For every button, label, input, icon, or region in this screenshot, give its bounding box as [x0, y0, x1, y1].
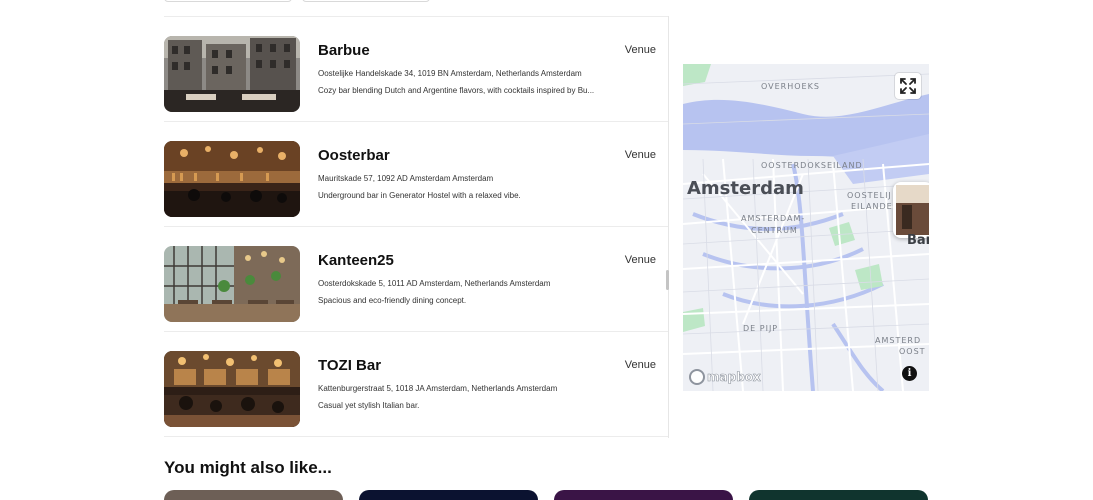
- map[interactable]: OVERHOEKS OOSTERDOKSEILAND OOSTELIJ EILA…: [683, 64, 929, 391]
- map-city-label: Amsterdam: [687, 178, 804, 199]
- recommendations-title: You might also like...: [164, 458, 332, 477]
- map-label-oost-1: AMSTERD: [875, 336, 922, 345]
- map-label-oostelijk-2: EILANDE: [851, 202, 893, 211]
- venue-thumbnail-oosterbar[interactable]: [164, 141, 300, 217]
- venue-description: Casual yet stylish Italian bar.: [318, 401, 420, 410]
- list-scrollbar[interactable]: [666, 270, 669, 290]
- venue-description: Spacious and eco-friendly dining concept…: [318, 296, 467, 305]
- map-label-oost-2: OOST: [899, 347, 926, 356]
- venue-row-tozi-bar[interactable]: TOZI Bar Venue Kattenburgerstraat 5, 101…: [164, 332, 668, 437]
- map-label-oosterdokseiland: OOSTERDOKSEILAND: [761, 161, 863, 170]
- venue-address: Oostelijke Handelskade 34, 1019 BN Amste…: [318, 69, 582, 78]
- venue-list: Barbue Venue Oostelijke Handelskade 34, …: [164, 16, 669, 438]
- recommendation-card-3[interactable]: [554, 490, 733, 500]
- venue-thumbnail-kanteen25[interactable]: [164, 246, 300, 322]
- venue-address: Oosterdokskade 5, 1011 AD Amsterdam, Net…: [318, 279, 551, 288]
- map-pin-label: Bar: [907, 233, 929, 248]
- venue-name[interactable]: TOZI Bar: [318, 357, 381, 374]
- venue-name[interactable]: Barbue: [318, 42, 370, 59]
- recommendation-card-1[interactable]: [164, 490, 343, 500]
- venue-description: Underground bar in Generator Hostel with…: [318, 191, 521, 200]
- recommendation-card-2[interactable]: [359, 490, 538, 500]
- map-label-depijp: DE PIJP: [743, 324, 779, 333]
- venue-row-barbue[interactable]: Barbue Venue Oostelijke Handelskade 34, …: [164, 17, 668, 122]
- fullscreen-icon: [900, 78, 916, 94]
- map-venue-pin[interactable]: [893, 182, 929, 238]
- venue-address: Mauritskade 57, 1092 AD Amsterdam Amster…: [318, 174, 494, 183]
- pin-photo: [896, 185, 929, 235]
- mapbox-attribution: mapbox: [707, 369, 761, 384]
- mapbox-logo-icon: [689, 368, 705, 385]
- mapbox-logo[interactable]: mapbox: [689, 368, 761, 385]
- venue-row-kanteen25[interactable]: Kanteen25 Venue Oosterdokskade 5, 1011 A…: [164, 227, 668, 332]
- map-fullscreen-button[interactable]: [895, 73, 921, 99]
- venue-row-oosterbar[interactable]: Oosterbar Venue Mauritskade 57, 1092 AD …: [164, 122, 668, 227]
- venue-thumbnail-tozi-bar[interactable]: [164, 351, 300, 427]
- map-label-centrum-2: CENTRUM: [751, 226, 798, 235]
- map-label-oostelijk-1: OOSTELIJ: [847, 191, 892, 200]
- venue-name[interactable]: Kanteen25: [318, 252, 394, 269]
- info-icon[interactable]: i: [902, 366, 917, 381]
- venue-address: Kattenburgerstraat 5, 1018 JA Amsterdam,…: [318, 384, 558, 393]
- venue-type-label: Venue: [624, 44, 656, 56]
- recommendation-card-4[interactable]: [749, 490, 928, 500]
- venue-description: Cozy bar blending Dutch and Argentine fl…: [318, 86, 595, 95]
- map-label-centrum-1: AMSTERDAM-: [741, 214, 806, 223]
- venue-type-label: Venue: [624, 149, 656, 161]
- map-label-overhoeks: OVERHOEKS: [761, 82, 820, 91]
- venue-type-label: Venue: [624, 359, 656, 371]
- venue-name[interactable]: Oosterbar: [318, 147, 390, 164]
- venue-thumbnail-barbue[interactable]: [164, 36, 300, 112]
- filter-button-1[interactable]: [164, 0, 292, 2]
- venue-type-label: Venue: [624, 254, 656, 266]
- filter-button-2[interactable]: [302, 0, 430, 2]
